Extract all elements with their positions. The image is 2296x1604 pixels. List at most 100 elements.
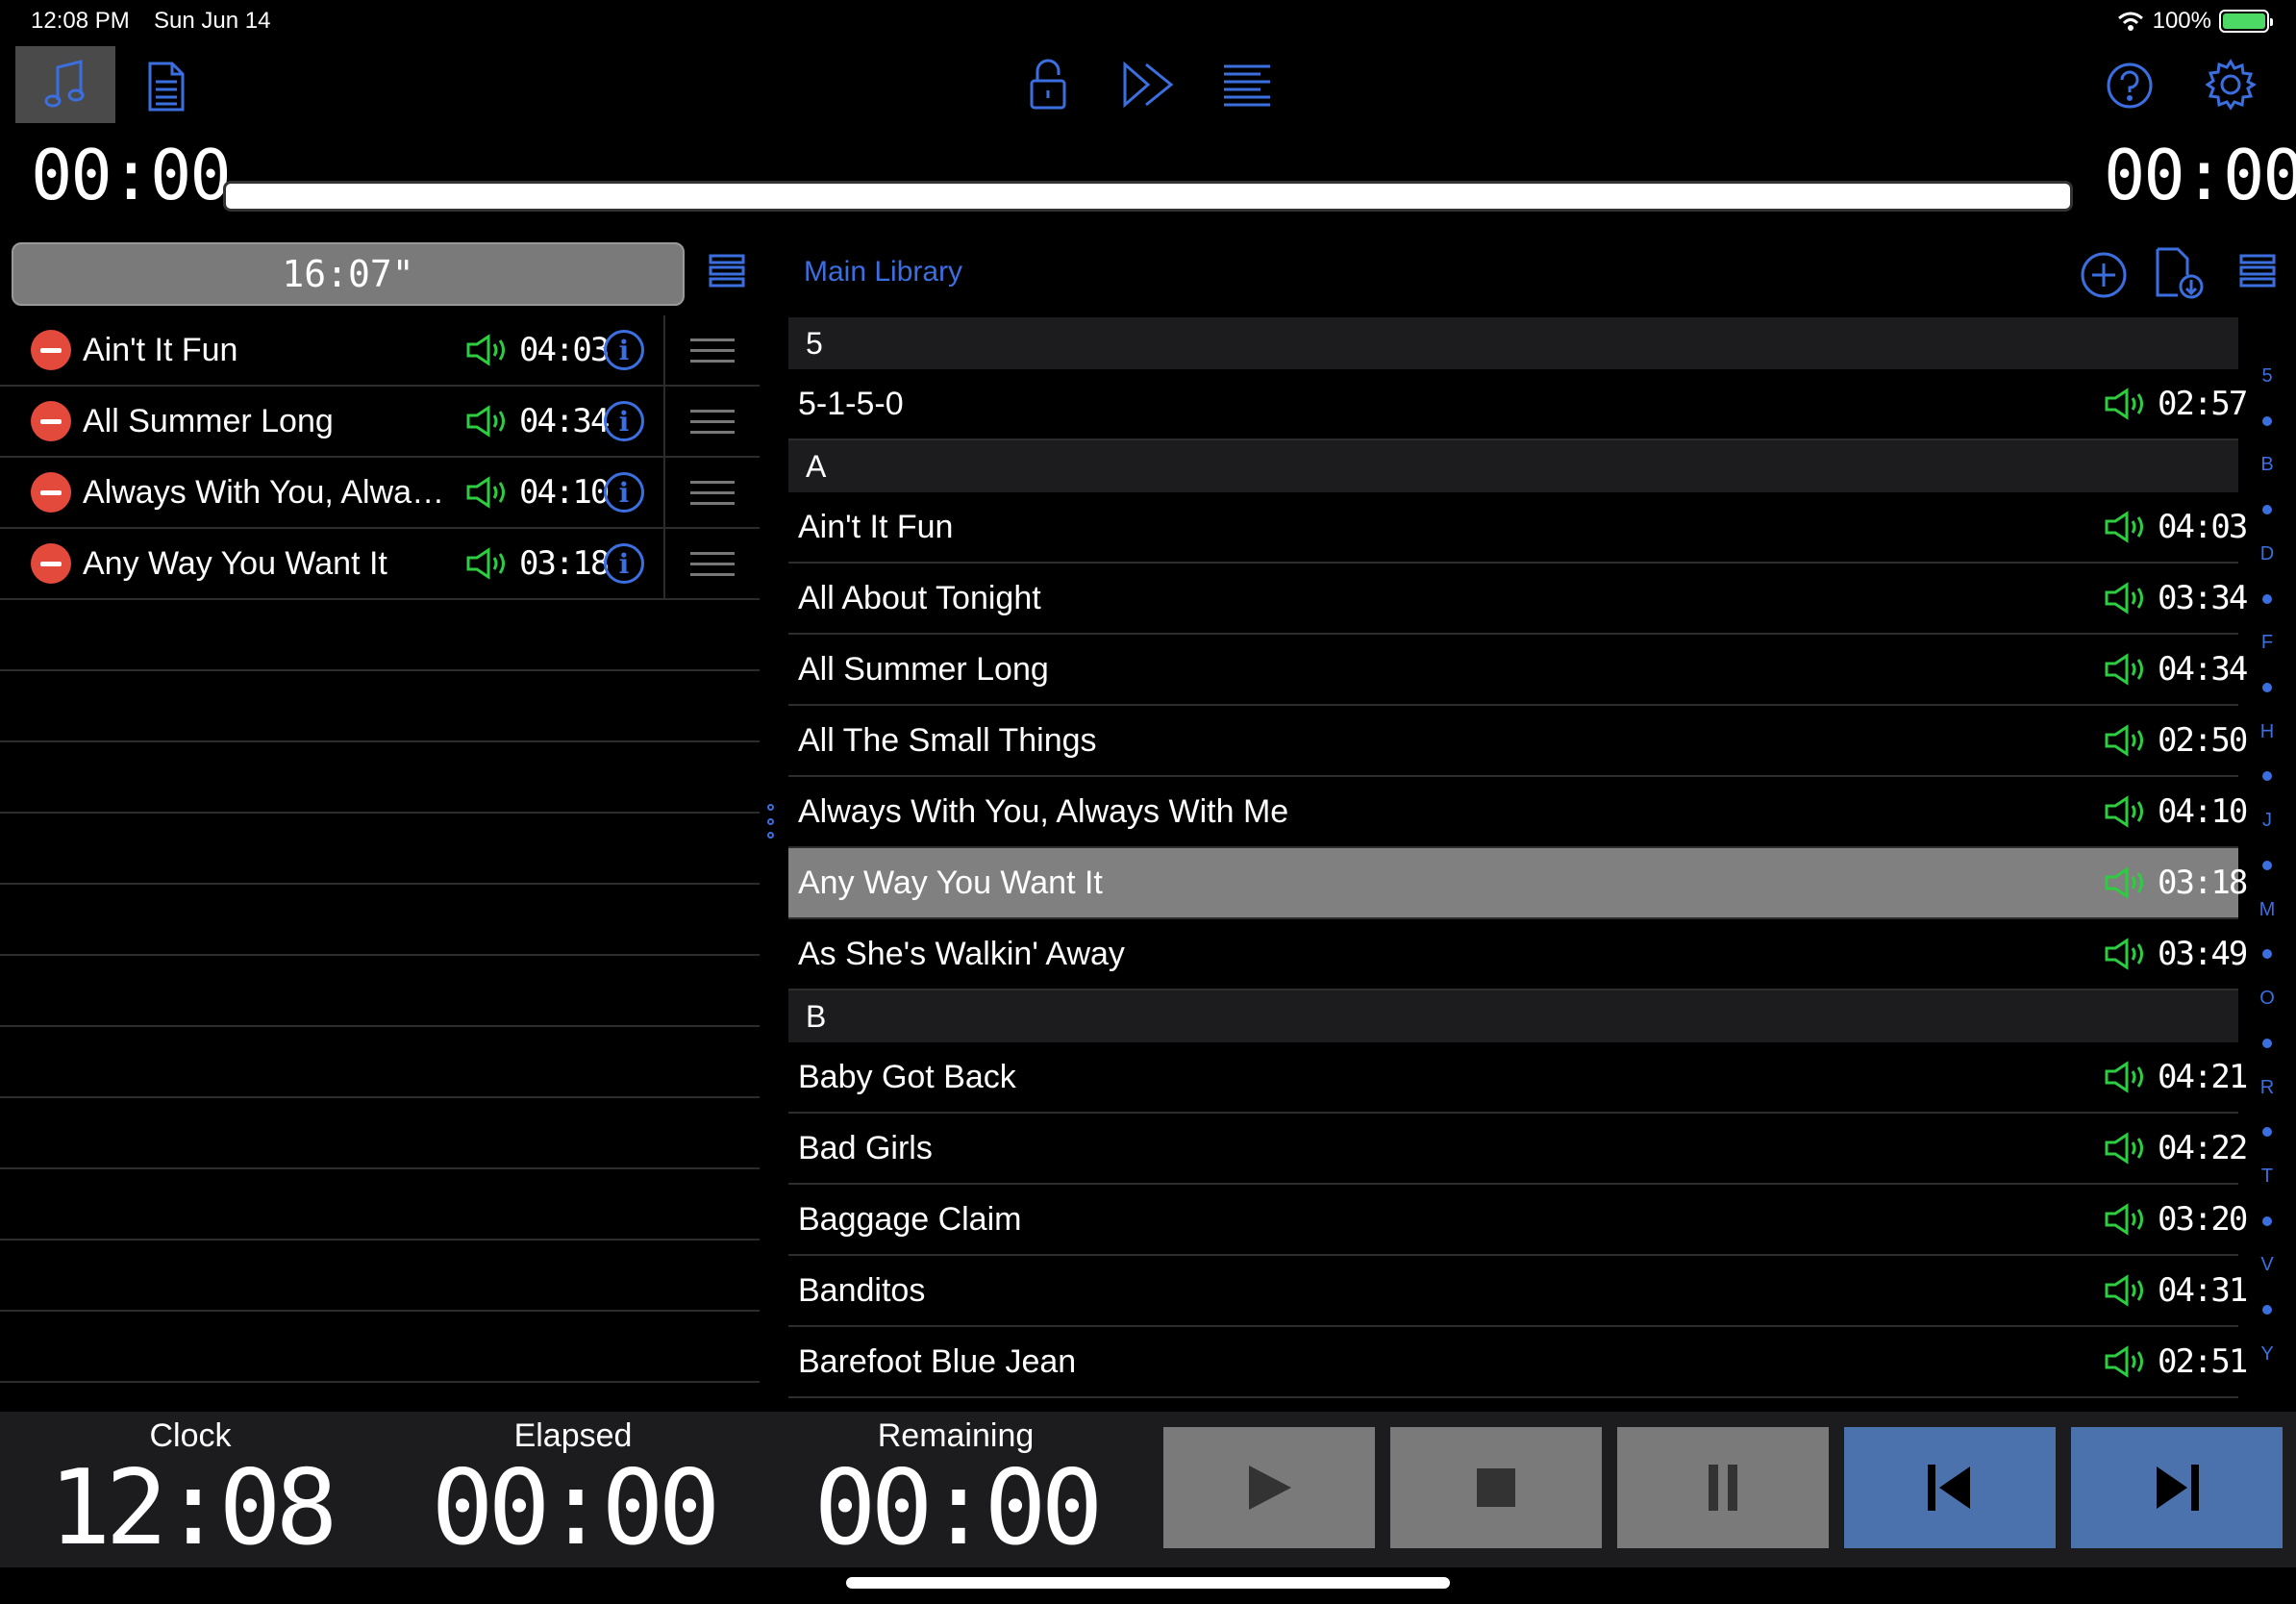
index-letter[interactable]: O [2259, 988, 2275, 1010]
index-letter[interactable]: D [2260, 543, 2274, 565]
elapsed-timer: 00:00 [31, 135, 232, 215]
document-icon [148, 62, 185, 112]
setlist-menu-button[interactable] [708, 252, 746, 290]
skip-forward-icon [2157, 1465, 2199, 1511]
info-icon[interactable]: i [604, 330, 644, 370]
index-letter[interactable]: R [2260, 1077, 2274, 1099]
library-row[interactable]: 5-1-5-0 02:57 [788, 369, 2248, 440]
setlist-row[interactable]: Any Way You Want It 03:18 i [0, 529, 760, 600]
index-dot[interactable] [2262, 1038, 2272, 1048]
speaker-icon [2104, 1061, 2150, 1093]
library-row[interactable]: Banditos 04:31 [788, 1256, 2248, 1327]
add-song-button[interactable] [2079, 250, 2129, 300]
speaker-icon [465, 405, 512, 438]
setlist-row[interactable]: All Summer Long 04:34 i [0, 387, 760, 458]
reorder-handle-icon[interactable] [663, 529, 760, 598]
library-row[interactable]: Baggage Claim 03:20 [788, 1185, 2248, 1256]
status-indicators: 100% [2116, 8, 2273, 35]
autoplay-button[interactable] [1119, 58, 1177, 112]
reorder-handle-icon[interactable] [663, 315, 760, 385]
index-dot[interactable] [2262, 1305, 2272, 1316]
library-menu-button[interactable] [2238, 252, 2277, 290]
library-row[interactable]: As She's Walkin' Away 03:49 [788, 919, 2248, 990]
setlist-song-duration: 04:03 [519, 331, 610, 369]
library-song-duration: 03:34 [2158, 579, 2248, 617]
library-song-duration: 02:57 [2158, 385, 2248, 423]
progress-bar[interactable] [223, 181, 2073, 212]
library-song-duration: 02:50 [2158, 721, 2248, 760]
remaining-value: 00:00 [813, 1448, 1103, 1568]
index-letter[interactable]: F [2261, 632, 2273, 654]
library-row[interactable]: Bad Girls 04:22 [788, 1114, 2248, 1185]
index-letter[interactable]: T [2261, 1165, 2273, 1188]
setlist-total-duration[interactable]: 16:07" [12, 242, 685, 306]
index-dot[interactable] [2262, 949, 2272, 960]
index-letter[interactable]: V [2260, 1254, 2273, 1276]
library-row[interactable]: Always With You, Always With Me 04:10 [788, 777, 2248, 848]
settings-button[interactable] [2204, 58, 2258, 112]
index-letter[interactable]: J [2262, 810, 2272, 832]
index-letter[interactable]: B [2260, 454, 2273, 476]
library-row[interactable]: Any Way You Want It 03:18 [788, 848, 2248, 919]
setlist-row[interactable]: Ain't It Fun 04:03 i [0, 315, 760, 387]
info-icon[interactable]: i [604, 401, 644, 441]
setlist-song-duration: 04:10 [519, 473, 610, 512]
document-mode-button[interactable] [142, 56, 190, 117]
index-dot[interactable] [2262, 683, 2272, 693]
library-row[interactable]: Baby Got Back 04:21 [788, 1042, 2248, 1114]
align-button[interactable] [1221, 62, 1273, 110]
lock-icon [1030, 59, 1066, 110]
library-row[interactable]: Barefoot Blue Jean 02:51 [788, 1327, 2248, 1398]
speaker-icon [2104, 1274, 2150, 1307]
reorder-handle-icon[interactable] [663, 458, 760, 527]
fast-forward-icon [1123, 61, 1174, 109]
lock-button[interactable] [1023, 56, 1073, 113]
library-row[interactable]: Ain't It Fun 04:03 [788, 492, 2248, 564]
stop-icon [1477, 1468, 1515, 1507]
home-indicator[interactable] [846, 1577, 1450, 1589]
empty-setlist-row [0, 885, 760, 956]
index-letter[interactable]: 5 [2261, 365, 2272, 388]
index-letter[interactable]: M [2259, 899, 2276, 921]
library-song-duration: 04:22 [2158, 1129, 2248, 1167]
align-icon [1224, 64, 1270, 107]
speaker-icon [2104, 795, 2150, 828]
index-dot[interactable] [2262, 1216, 2272, 1226]
index-dot[interactable] [2262, 860, 2272, 870]
library-row[interactable]: All About Tonight 03:34 [788, 564, 2248, 635]
reorder-handle-icon[interactable] [663, 387, 760, 456]
help-button[interactable] [2104, 60, 2156, 112]
stop-button[interactable] [1390, 1427, 1602, 1548]
alphabet-index[interactable]: 5 B D F H J M O R T V Y [2250, 365, 2284, 1366]
panel-divider-handle[interactable] [767, 804, 775, 839]
empty-setlist-row [0, 671, 760, 742]
empty-setlist-row [0, 814, 760, 885]
play-button[interactable] [1163, 1427, 1375, 1548]
remove-icon[interactable] [31, 401, 71, 441]
index-dot[interactable] [2262, 593, 2272, 604]
remove-icon[interactable] [31, 472, 71, 513]
pause-button[interactable] [1617, 1427, 1829, 1548]
next-button[interactable] [2071, 1427, 2283, 1548]
index-letter[interactable]: H [2260, 721, 2274, 743]
index-dot[interactable] [2262, 505, 2272, 515]
library-song-title: Any Way You Want It [798, 864, 1103, 901]
empty-setlist-row [0, 1027, 760, 1098]
music-mode-button[interactable] [15, 46, 115, 123]
info-icon[interactable]: i [604, 543, 644, 584]
index-dot[interactable] [2262, 1127, 2272, 1138]
remove-icon[interactable] [31, 543, 71, 584]
index-dot[interactable] [2262, 415, 2272, 426]
library-row[interactable]: All Summer Long 04:34 [788, 635, 2248, 706]
remove-icon[interactable] [31, 330, 71, 370]
previous-button[interactable] [1844, 1427, 2056, 1548]
library-song-title: Bad Girls [798, 1129, 933, 1166]
library-title[interactable]: Main Library [804, 256, 962, 288]
index-dot[interactable] [2262, 771, 2272, 782]
import-song-button[interactable] [2154, 246, 2206, 300]
library-row[interactable]: All The Small Things 02:50 [788, 706, 2248, 777]
setlist-row[interactable]: Always With You, Always With Me 04:10i [0, 458, 760, 529]
info-icon[interactable]: i [604, 472, 644, 513]
speaker-icon [2104, 866, 2150, 899]
index-letter[interactable]: Y [2260, 1343, 2273, 1366]
